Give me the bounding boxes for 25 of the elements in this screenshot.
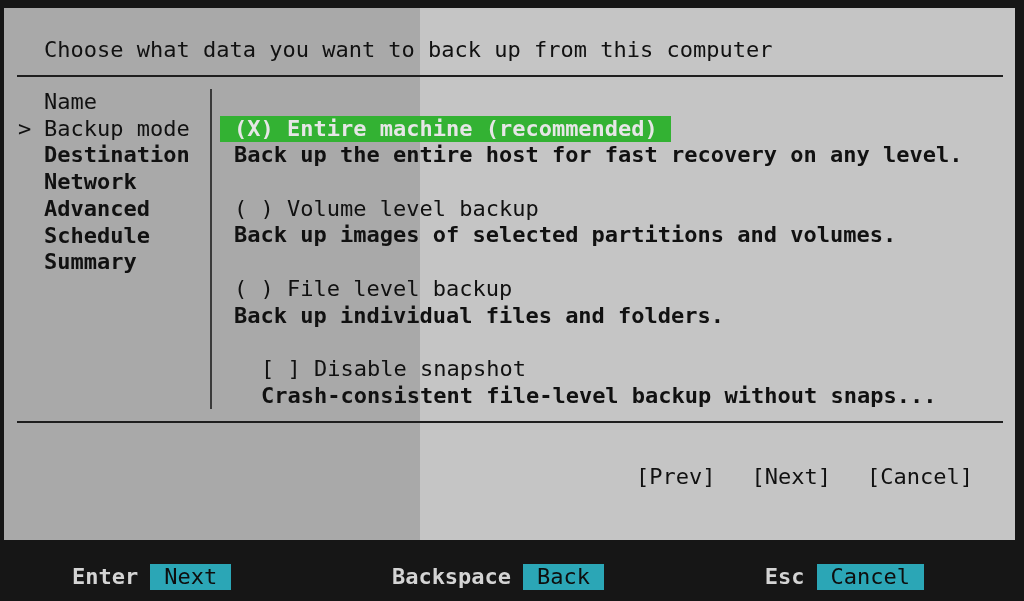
step-item[interactable]: Name	[18, 89, 210, 116]
step-item[interactable]: Advanced	[18, 195, 210, 223]
checkbox-option[interactable]: [ ] Disable snapshot	[261, 355, 539, 383]
step-item[interactable]: Network	[18, 169, 210, 196]
option-description: Back up images of selected partitions and volumes.	[234, 222, 898, 250]
step-item[interactable]: Schedule	[18, 222, 210, 250]
option-description: Back up individual files and folders.	[234, 302, 726, 330]
key-label: Backspace	[391, 564, 512, 589]
step-item[interactable]: > Backup mode	[18, 115, 210, 143]
dialog-button[interactable]: [Cancel]	[867, 463, 973, 491]
step-item[interactable]: Destination	[18, 142, 210, 170]
selection-pointer: >	[18, 115, 32, 141]
radio-option[interactable]: ( ) File level backup	[234, 275, 526, 303]
dialog-button[interactable]: [Next]	[751, 463, 832, 491]
key-label: Esc	[764, 564, 805, 589]
key-action[interactable]: Cancel	[816, 563, 924, 590]
dialog-title: Choose what data you want to back up from this computer	[43, 36, 774, 63]
step-item[interactable]: Summary	[18, 249, 210, 276]
dialog-button[interactable]: [Prev]	[636, 463, 716, 491]
key-action[interactable]: Back	[523, 563, 605, 590]
radio-option[interactable]: ( ) Volume level backup	[234, 195, 552, 223]
key-action[interactable]: Next	[150, 563, 232, 590]
option-description: Back up the entire host for fast recovery on any level.	[234, 142, 963, 170]
key-label: Enter	[72, 564, 139, 589]
option-description: Crash-consistent file-level backup without snaps...	[261, 382, 938, 410]
